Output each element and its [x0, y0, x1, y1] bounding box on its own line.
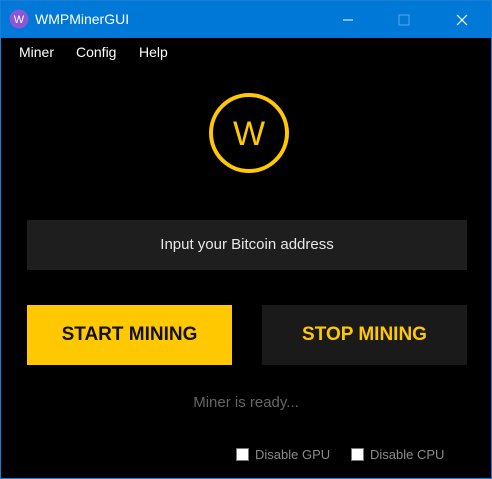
wmp-logo: W	[209, 93, 289, 173]
bitcoin-address-input[interactable]: Input your Bitcoin address	[27, 220, 467, 270]
disable-cpu-checkbox[interactable]: Disable CPU	[351, 446, 445, 462]
menu-bar: Miner Config Help	[1, 38, 491, 66]
title-bar[interactable]: W WMPMinerGUI	[1, 1, 491, 38]
disable-gpu-checkbox[interactable]: Disable GPU	[236, 446, 331, 462]
maximize-button[interactable]	[381, 1, 427, 38]
stop-mining-button[interactable]: STOP MINING	[262, 305, 467, 365]
minimize-button[interactable]	[325, 1, 371, 38]
status-text: Miner is ready...	[193, 394, 299, 411]
start-mining-button[interactable]: START MINING	[27, 305, 232, 365]
close-button[interactable]	[439, 1, 485, 38]
close-icon	[456, 14, 468, 25]
menu-item-config[interactable]: Config	[76, 38, 116, 66]
checkbox-label: Disable CPU	[370, 446, 445, 462]
app-window: W WMPMinerGUI Miner Config Help W Input …	[0, 0, 492, 479]
menu-item-help[interactable]: Help	[139, 38, 168, 66]
menu-item-miner[interactable]: Miner	[19, 38, 54, 66]
wmp-logo-icon: W	[9, 9, 29, 29]
checkbox-box[interactable]	[236, 447, 249, 461]
minimize-icon	[343, 19, 353, 20]
checkbox-label: Disable GPU	[255, 446, 331, 462]
svg-text:W: W	[14, 14, 25, 26]
maximize-icon	[398, 14, 410, 25]
checkbox-box[interactable]	[351, 447, 364, 461]
logo-letter: W	[233, 115, 265, 153]
window-title: WMPMinerGUI	[35, 11, 130, 27]
